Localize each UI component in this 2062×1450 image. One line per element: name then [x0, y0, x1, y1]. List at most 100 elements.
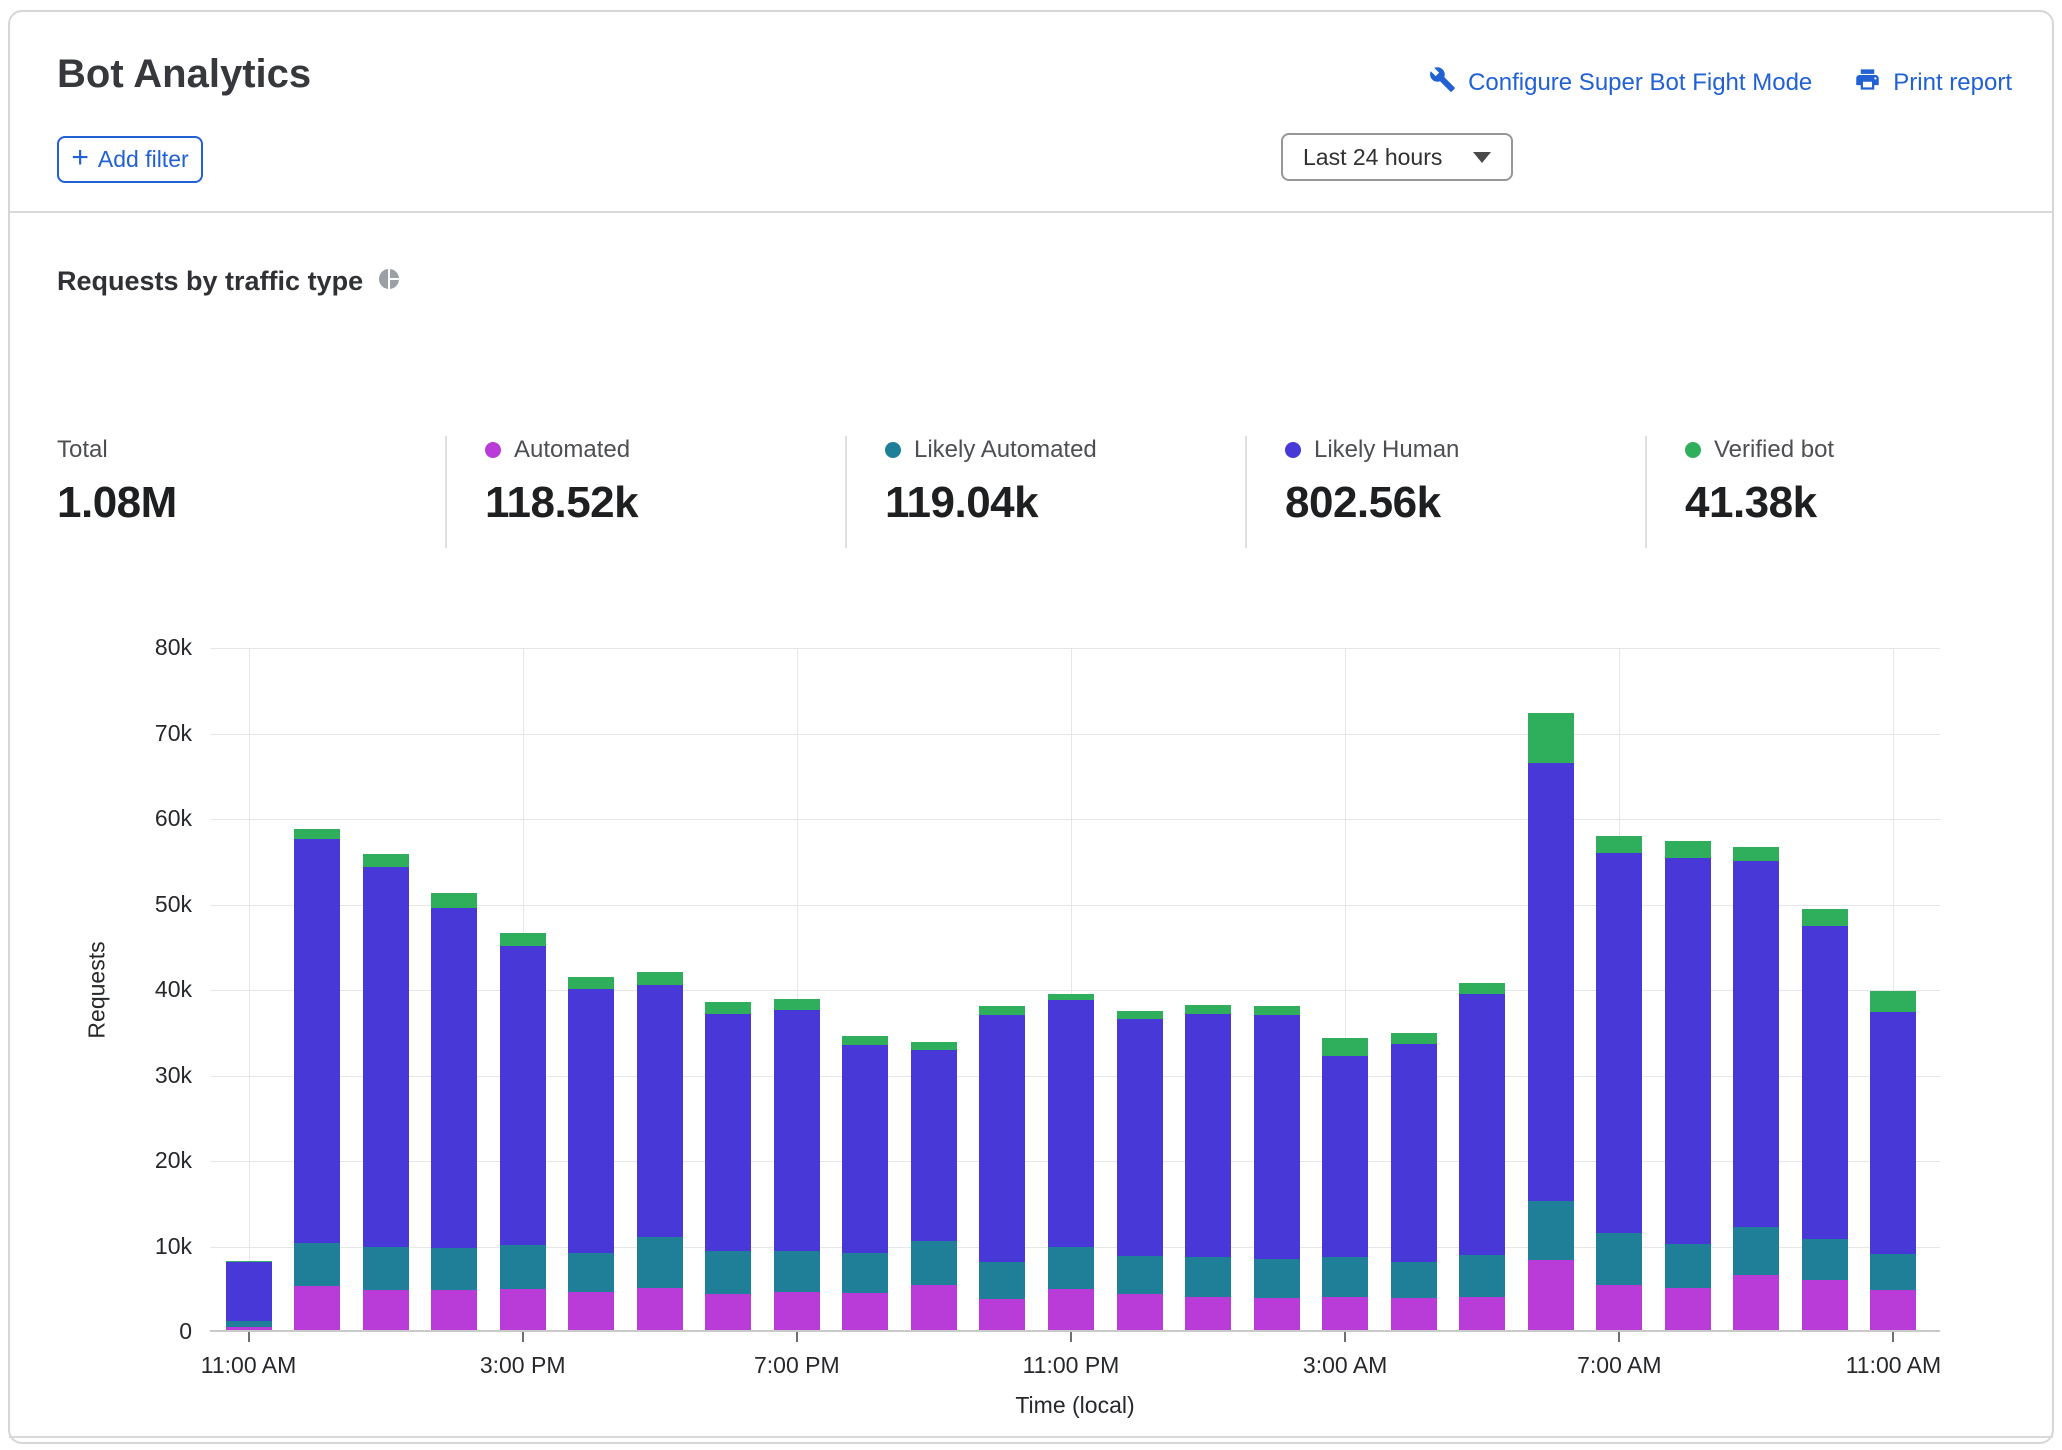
time-range-dropdown[interactable]: Last 24 hours — [1281, 133, 1513, 181]
bar-10-00-pm-11[interactable] — [979, 648, 1025, 1330]
stat-value: 118.52k — [485, 478, 835, 528]
bar-12-00-am-13[interactable] — [1117, 648, 1163, 1330]
bar-1-00-am-14[interactable] — [1185, 648, 1231, 1330]
y-tick-label: 20k — [20, 1147, 192, 1174]
bar-segment-likely-human — [1459, 994, 1505, 1255]
add-filter-button[interactable]: + Add filter — [57, 136, 203, 183]
x-tick-label: 11:00 AM — [201, 1352, 296, 1379]
stat-label-text: Verified bot — [1714, 436, 1834, 464]
bar-segment-likely-human — [294, 839, 340, 1243]
bar-5-00-am-18[interactable] — [1459, 648, 1505, 1330]
stat-value: 802.56k — [1285, 478, 1635, 528]
bar-3-00-am-16[interactable] — [1322, 648, 1368, 1330]
bar-segment-verified-bot — [842, 1036, 888, 1045]
stat-automated: Automated 118.52k — [445, 436, 845, 548]
bar-segment-likely-human — [1802, 926, 1848, 1238]
stat-label: Automated — [485, 436, 835, 464]
legend-dot-verified-bot — [1685, 442, 1701, 458]
bar-segment-likely-automated — [1185, 1257, 1231, 1296]
bar-7-00-pm-8[interactable] — [774, 648, 820, 1330]
bar-4-00-pm-5[interactable] — [568, 648, 614, 1330]
bar-segment-likely-human — [774, 1010, 820, 1250]
bar-segment-automated — [1596, 1285, 1642, 1330]
bar-segment-likely-automated — [294, 1243, 340, 1286]
bar-segment-verified-bot — [1254, 1006, 1300, 1015]
bar-segment-likely-automated — [911, 1241, 957, 1285]
bar-segment-likely-human — [500, 946, 546, 1244]
bar-segment-automated — [1459, 1297, 1505, 1330]
bar-8-00-pm-9[interactable] — [842, 648, 888, 1330]
bar-11-00-am-0[interactable] — [226, 648, 272, 1330]
plot-area — [210, 648, 1940, 1332]
bar-3-00-pm-4[interactable] — [500, 648, 546, 1330]
bar-11-00-am-24[interactable] — [1870, 648, 1916, 1330]
stat-value: 119.04k — [885, 478, 1235, 528]
bar-segment-automated — [568, 1292, 614, 1330]
bar-segment-automated — [1665, 1288, 1711, 1330]
y-tick-label: 0 — [20, 1318, 192, 1345]
stat-value: 41.38k — [1685, 478, 2005, 528]
bar-segment-likely-automated — [774, 1251, 820, 1293]
bar-segment-likely-human — [1665, 858, 1711, 1244]
bar-segment-verified-bot — [363, 854, 409, 868]
bar-segment-likely-human — [1254, 1015, 1300, 1260]
configure-super-bot-fight-mode-link[interactable]: Configure Super Bot Fight Mode — [1429, 66, 1812, 100]
bar-segment-verified-bot — [568, 977, 614, 989]
bar-segment-automated — [1185, 1297, 1231, 1330]
bar-segment-likely-automated — [979, 1262, 1025, 1300]
bar-segment-likely-automated — [705, 1251, 751, 1295]
bar-segment-automated — [226, 1327, 272, 1330]
x-tick-mark — [1892, 1332, 1894, 1342]
bar-6-00-pm-7[interactable] — [705, 648, 751, 1330]
section-title: Requests by traffic type — [57, 266, 363, 297]
bar-segment-likely-human — [705, 1014, 751, 1251]
stat-label-text: Automated — [514, 436, 630, 464]
section-title-row: Requests by traffic type — [57, 266, 401, 297]
stat-total: Total1.08M — [57, 436, 445, 548]
bar-9-00-pm-10[interactable] — [911, 648, 957, 1330]
page-title: Bot Analytics — [57, 52, 311, 97]
bar-segment-likely-automated — [1254, 1259, 1300, 1297]
bar-8-00-am-21[interactable] — [1665, 648, 1711, 1330]
bar-4-00-am-17[interactable] — [1391, 648, 1437, 1330]
bar-2-00-am-15[interactable] — [1254, 648, 1300, 1330]
plus-icon: + — [71, 143, 89, 173]
bar-10-00-am-23[interactable] — [1802, 648, 1848, 1330]
configure-link-label: Configure Super Bot Fight Mode — [1468, 69, 1812, 97]
bar-segment-verified-bot — [226, 1261, 272, 1263]
bar-9-00-am-22[interactable] — [1733, 648, 1779, 1330]
y-tick-label: 60k — [20, 805, 192, 832]
stat-label-text: Likely Human — [1314, 436, 1459, 464]
bar-segment-likely-human — [1048, 1000, 1094, 1247]
bar-segment-likely-automated — [1391, 1262, 1437, 1298]
stat-label-text: Likely Automated — [914, 436, 1097, 464]
bar-segment-verified-bot — [1802, 909, 1848, 926]
printer-icon — [1854, 66, 1881, 100]
bar-segment-automated — [911, 1285, 957, 1330]
x-tick-label: 7:00 AM — [1577, 1352, 1661, 1379]
stat-label: Likely Automated — [885, 436, 1235, 464]
bar-segment-verified-bot — [431, 893, 477, 908]
header-links: Configure Super Bot Fight Mode Print rep… — [1429, 66, 2012, 100]
y-tick-label: 50k — [20, 891, 192, 918]
bar-11-00-pm-12[interactable] — [1048, 648, 1094, 1330]
legend-dot-likely-human — [1285, 442, 1301, 458]
print-report-link[interactable]: Print report — [1854, 66, 2012, 100]
bar-2-00-pm-3[interactable] — [431, 648, 477, 1330]
bar-segment-likely-automated — [1048, 1247, 1094, 1289]
stat-verified-bot: Verified bot 41.38k — [1645, 436, 2015, 548]
bar-6-00-am-19[interactable] — [1528, 648, 1574, 1330]
header-divider — [9, 211, 2053, 213]
bar-7-00-am-20[interactable] — [1596, 648, 1642, 1330]
bar-segment-automated — [1254, 1298, 1300, 1330]
time-range-value: Last 24 hours — [1303, 144, 1442, 171]
bar-segment-verified-bot — [1733, 847, 1779, 862]
print-link-label: Print report — [1893, 69, 2012, 97]
bar-segment-verified-bot — [1528, 713, 1574, 763]
bar-12-00-pm-1[interactable] — [294, 648, 340, 1330]
x-tick-mark — [796, 1332, 798, 1342]
bar-1-00-pm-2[interactable] — [363, 648, 409, 1330]
bar-segment-likely-human — [1322, 1056, 1368, 1258]
bar-segment-likely-human — [1596, 853, 1642, 1233]
bar-5-00-pm-6[interactable] — [637, 648, 683, 1330]
